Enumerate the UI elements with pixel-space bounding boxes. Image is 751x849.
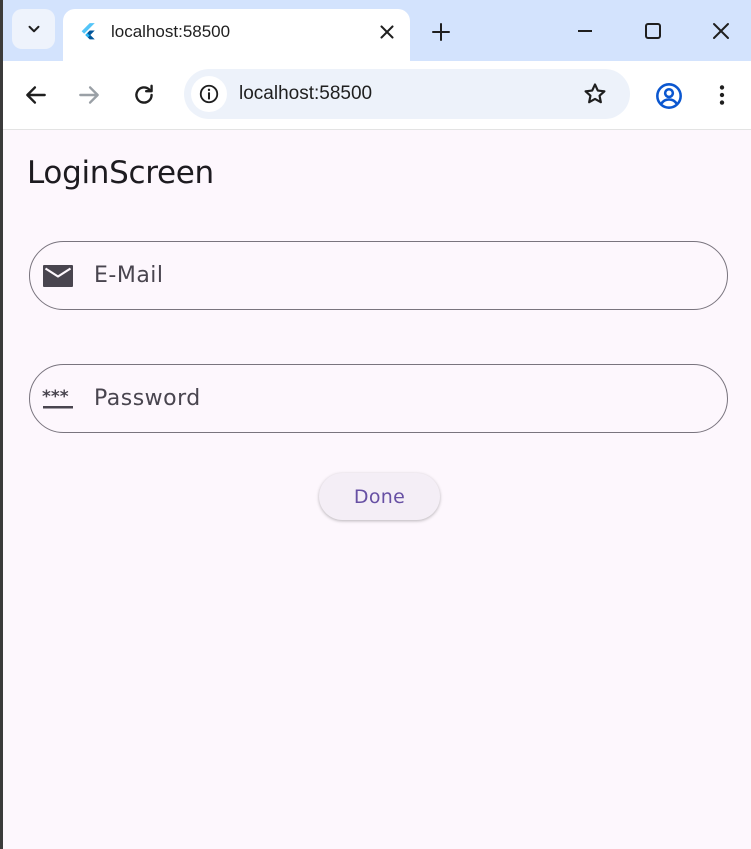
- url-text[interactable]: localhost:58500: [239, 83, 372, 105]
- email-field[interactable]: [29, 241, 728, 310]
- browser-toolbar: localhost:58500: [3, 61, 751, 130]
- chevron-down-icon: [28, 25, 39, 33]
- reload-icon[interactable]: [131, 82, 157, 108]
- more-vert-icon[interactable]: [709, 82, 735, 108]
- star-icon[interactable]: [582, 81, 608, 107]
- page-title: LoginScreen: [27, 155, 214, 191]
- app-page: LoginScreen *** Done: [3, 130, 751, 849]
- mail-icon: [43, 265, 73, 287]
- password-icon: ***: [42, 387, 73, 409]
- svg-text:***: ***: [42, 387, 69, 407]
- close-window-icon[interactable]: [709, 19, 733, 43]
- new-tab-icon[interactable]: [429, 20, 453, 44]
- address-bar[interactable]: localhost:58500: [184, 69, 630, 119]
- tab-strip: localhost:58500: [3, 0, 751, 62]
- info-icon: [199, 84, 219, 104]
- forward-arrow-icon[interactable]: [76, 82, 102, 108]
- flutter-icon: [81, 23, 95, 40]
- password-input[interactable]: [94, 365, 694, 431]
- site-info-button[interactable]: [191, 76, 227, 112]
- email-input[interactable]: [94, 242, 694, 308]
- tab-title: localhost:58500: [111, 22, 231, 41]
- maximize-icon[interactable]: [641, 19, 665, 43]
- password-field[interactable]: ***: [29, 364, 728, 433]
- back-arrow-icon[interactable]: [23, 82, 49, 108]
- close-tab-icon[interactable]: [376, 21, 398, 43]
- minimize-icon[interactable]: [573, 19, 597, 43]
- profile-icon[interactable]: [655, 82, 683, 110]
- tab-search-button[interactable]: [12, 9, 55, 49]
- done-button[interactable]: Done: [319, 473, 440, 520]
- browser-tab[interactable]: localhost:58500: [63, 9, 410, 62]
